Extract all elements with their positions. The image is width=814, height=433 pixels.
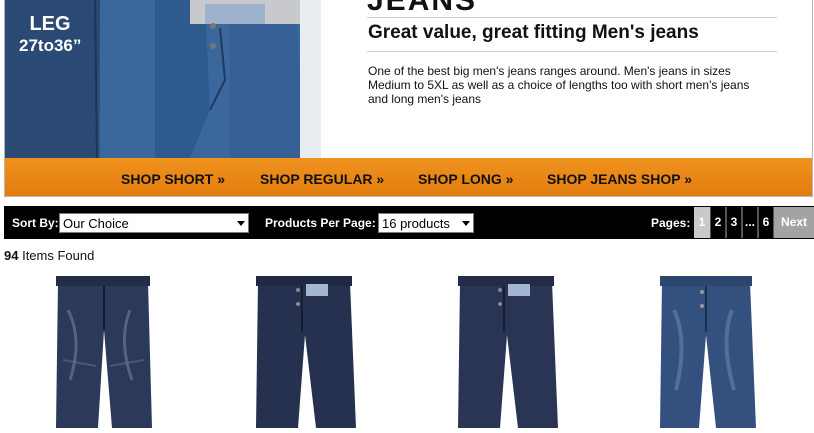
shop-nav-bar: SHOP SHORT » SHOP REGULAR » SHOP LONG » … [5, 158, 812, 196]
jeans-banner: LEG 27to36” JEANS Great value, great fit… [4, 0, 813, 197]
page-2-link[interactable]: 2 [710, 207, 726, 238]
product-card[interactable] [652, 270, 772, 428]
next-page-button[interactable]: Next [774, 207, 814, 238]
page-headline: JEANS [367, 0, 478, 17]
banner-subtitle: Great value, great fitting Men's jeans [368, 22, 699, 43]
items-found-label: Items Found [18, 248, 95, 263]
jeans-product-image [256, 276, 356, 428]
page-3-link[interactable]: 3 [726, 207, 742, 238]
items-count: 94 [4, 248, 19, 263]
product-card[interactable] [48, 270, 168, 428]
page-1-link[interactable]: 1 [694, 207, 710, 238]
hero-image: LEG 27to36” [5, 0, 321, 158]
page-6-link[interactable]: 6 [758, 207, 774, 238]
shop-short-link[interactable]: SHOP SHORT » [121, 171, 225, 187]
per-page-select[interactable]: 16 products [378, 213, 474, 233]
chevron-down-icon [462, 221, 470, 226]
chevron-down-icon [237, 221, 245, 226]
banner-description: One of the best big men's jeans ranges a… [368, 64, 750, 106]
jeans-product-image [458, 276, 558, 428]
listing-toolbar: Sort By: Our Choice Products Per Page: 1… [4, 206, 814, 239]
divider [367, 17, 777, 18]
leg-length-badge: LEG 27to36” [19, 13, 81, 57]
sort-by-label: Sort By: [12, 216, 59, 230]
jeans-product-image [660, 276, 756, 428]
sort-by-value: Our Choice [63, 216, 129, 231]
divider [367, 51, 777, 52]
items-found: 94 Items Found [4, 248, 94, 263]
shop-jeans-shop-link[interactable]: SHOP JEANS SHOP » [547, 171, 692, 187]
jeans-product-image [56, 276, 152, 428]
product-card[interactable] [452, 270, 572, 428]
leg-range: 27to36” [19, 36, 82, 55]
sort-by-select[interactable]: Our Choice [59, 213, 249, 233]
page-ellipsis: ... [742, 207, 758, 238]
product-card[interactable] [250, 270, 370, 428]
shop-regular-link[interactable]: SHOP REGULAR » [260, 171, 384, 187]
pages-label: Pages: [651, 216, 691, 230]
leg-label: LEG [29, 13, 71, 35]
per-page-label: Products Per Page: [265, 216, 376, 230]
shop-long-link[interactable]: SHOP LONG » [418, 171, 513, 187]
per-page-value: 16 products [382, 216, 450, 231]
